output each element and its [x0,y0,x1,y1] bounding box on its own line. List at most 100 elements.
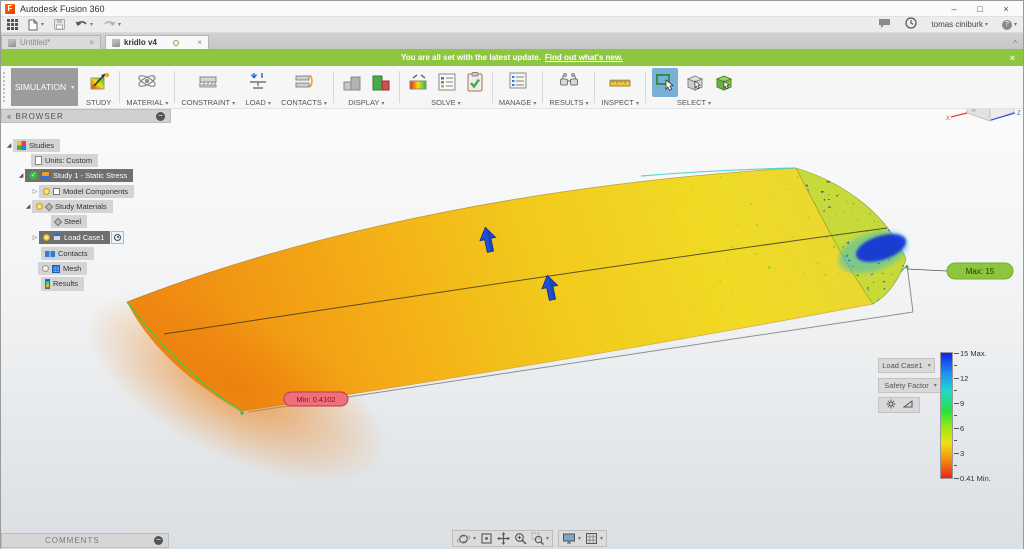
pre-check-button[interactable] [406,70,430,97]
load-case-dropdown[interactable]: Load Case1▾ [878,358,935,373]
tree-item-model-components[interactable]: ▷ Model Components [31,185,134,198]
select-face-button[interactable] [683,70,707,97]
expander-icon[interactable]: ▷ [31,234,39,241]
job-status-icon[interactable] [905,16,917,34]
min-location-marker [240,411,243,414]
tree-item-contacts[interactable]: Contacts [41,247,94,260]
close-button[interactable]: × [993,4,1019,14]
toolbar-collapse-chevron[interactable]: ^ [1013,39,1017,48]
display-degrees-button[interactable] [340,70,364,97]
tree-item-studies[interactable]: ◢ Studies [5,139,60,152]
ribbon-group-label[interactable]: CONTACTS▾ [281,98,327,107]
visibility-bulb-icon[interactable] [36,203,43,210]
ribbon-group-constraint: CONSTRAINT▾ [176,66,240,108]
model-canvas[interactable]: Max: 15 Min: 0.4102 TOP BACK LEFT X Z [1,66,1023,549]
scale-label: 12 [960,374,968,383]
tree-label: Results [53,279,78,288]
tab-close-icon[interactable]: × [197,38,202,47]
display-settings-button[interactable]: ▾ [562,532,581,545]
expander-icon[interactable]: ◢ [24,203,32,210]
document-icon [112,39,120,47]
expander-icon[interactable]: ◢ [17,172,25,179]
ribbon-group-label[interactable]: LOAD▾ [245,98,270,107]
browser-header[interactable]: « BROWSER − [1,109,171,123]
result-type-dropdown[interactable]: Safety Factor▾ [878,378,943,393]
expander-icon[interactable]: ◢ [5,142,13,149]
manage-button[interactable] [505,68,531,97]
min-annotation[interactable]: Min: 0.4102 [284,392,348,406]
tick [954,353,959,354]
ribbon-group-label[interactable]: SOLVE▾ [431,98,460,107]
orbit-button[interactable]: ▾ [456,532,476,546]
viewport[interactable]: Max: 15 Min: 0.4102 TOP BACK LEFT X Z [1,66,1023,549]
contacts-button[interactable] [291,68,317,97]
file-menu-button[interactable]: ▾ [28,19,44,31]
visibility-bulb-icon[interactable] [43,188,50,195]
ribbon-group-label[interactable]: CONSTRAINT▾ [181,98,235,107]
select-window-button[interactable] [652,68,678,97]
comments-menu-icon[interactable]: − [154,536,163,545]
redo-button[interactable]: ▾ [103,19,121,30]
display-compare-button[interactable] [369,70,393,97]
legend-options [878,397,920,413]
tree-item-steel[interactable]: Steel [51,215,87,228]
zoom-button[interactable] [514,532,527,545]
ribbon-group-label[interactable]: STUDY [86,98,113,107]
fusion-logo-icon: F [5,4,15,14]
browser-menu-icon[interactable]: − [156,112,165,121]
help-menu[interactable]: ? ▾ [1002,20,1017,30]
grid-settings-button[interactable]: ▾ [585,532,603,545]
constraint-button[interactable] [195,68,221,97]
ribbon-group-label[interactable]: INSPECT▾ [601,98,639,107]
material-button[interactable] [134,68,160,97]
tree-item-mesh[interactable]: Mesh [38,262,87,275]
select-body-button[interactable] [712,70,736,97]
comments-panel[interactable]: COMMENTS − [1,533,169,548]
visibility-bulb-icon[interactable] [42,265,49,272]
ribbon-group-label[interactable]: RESULTS▾ [549,98,588,107]
ribbon-group-label[interactable]: DISPLAY▾ [348,98,384,107]
user-menu[interactable]: tomas ciniburk ▾ [931,20,988,29]
ribbon-group-label[interactable]: SELECT▾ [677,98,711,107]
solve-details-button[interactable] [464,70,486,97]
tab-kridlo-v4[interactable]: kridlo v4 × [105,35,209,49]
visibility-bulb-icon[interactable] [43,234,50,241]
feedback-icon[interactable] [878,16,891,34]
user-menu-caret: ▾ [985,21,988,28]
max-annotation[interactable]: Max: 15 [947,263,1013,279]
edit-load-case-button[interactable] [111,231,124,244]
legend-slope-button[interactable] [903,400,913,410]
zoom-window-button[interactable]: ▾ [531,532,549,545]
ribbon-group-label[interactable]: MANAGE▾ [499,98,537,107]
new-study-button[interactable] [87,68,113,97]
wing-model[interactable] [57,166,913,523]
minimize-button[interactable]: – [941,4,967,14]
look-at-button[interactable] [480,532,493,545]
browser-collapse-icon[interactable]: « [7,112,11,121]
ribbon-group-manage: MANAGE▾ [494,66,542,108]
tree-item-units[interactable]: Units: Custom [31,154,98,167]
save-button[interactable] [54,19,65,30]
tree-item-study1[interactable]: ◢ ✓Study 1 - Static Stress [17,169,133,182]
tree-item-load-case1[interactable]: ▷ Load Case1 [31,231,124,244]
tree-item-results[interactable]: Results [41,277,84,290]
banner-close-icon[interactable]: × [1010,53,1015,63]
app-grid-icon[interactable] [7,19,18,30]
inspect-button[interactable] [606,70,634,97]
tab-untitled[interactable]: Untitled* × [1,35,101,49]
banner-link[interactable]: Find out what's new. [545,53,623,62]
toolbar-grip[interactable] [3,72,7,102]
tree-item-study-materials[interactable]: ◢ Study Materials [24,200,113,213]
undo-button[interactable]: ▾ [75,19,93,30]
mesh-icon [52,265,60,273]
load-button[interactable] [245,68,271,97]
workspace-switcher[interactable]: SIMULATION ▾ [11,68,78,106]
expander-icon[interactable]: ▷ [31,188,39,195]
legend-settings-button[interactable] [886,399,896,411]
pan-button[interactable] [497,532,510,545]
results-button[interactable] [556,68,582,97]
ribbon-group-label[interactable]: MATERIAL▾ [126,98,168,107]
tab-close-icon[interactable]: × [89,38,94,47]
maximize-button[interactable]: □ [967,4,993,14]
solve-button[interactable] [435,70,459,97]
